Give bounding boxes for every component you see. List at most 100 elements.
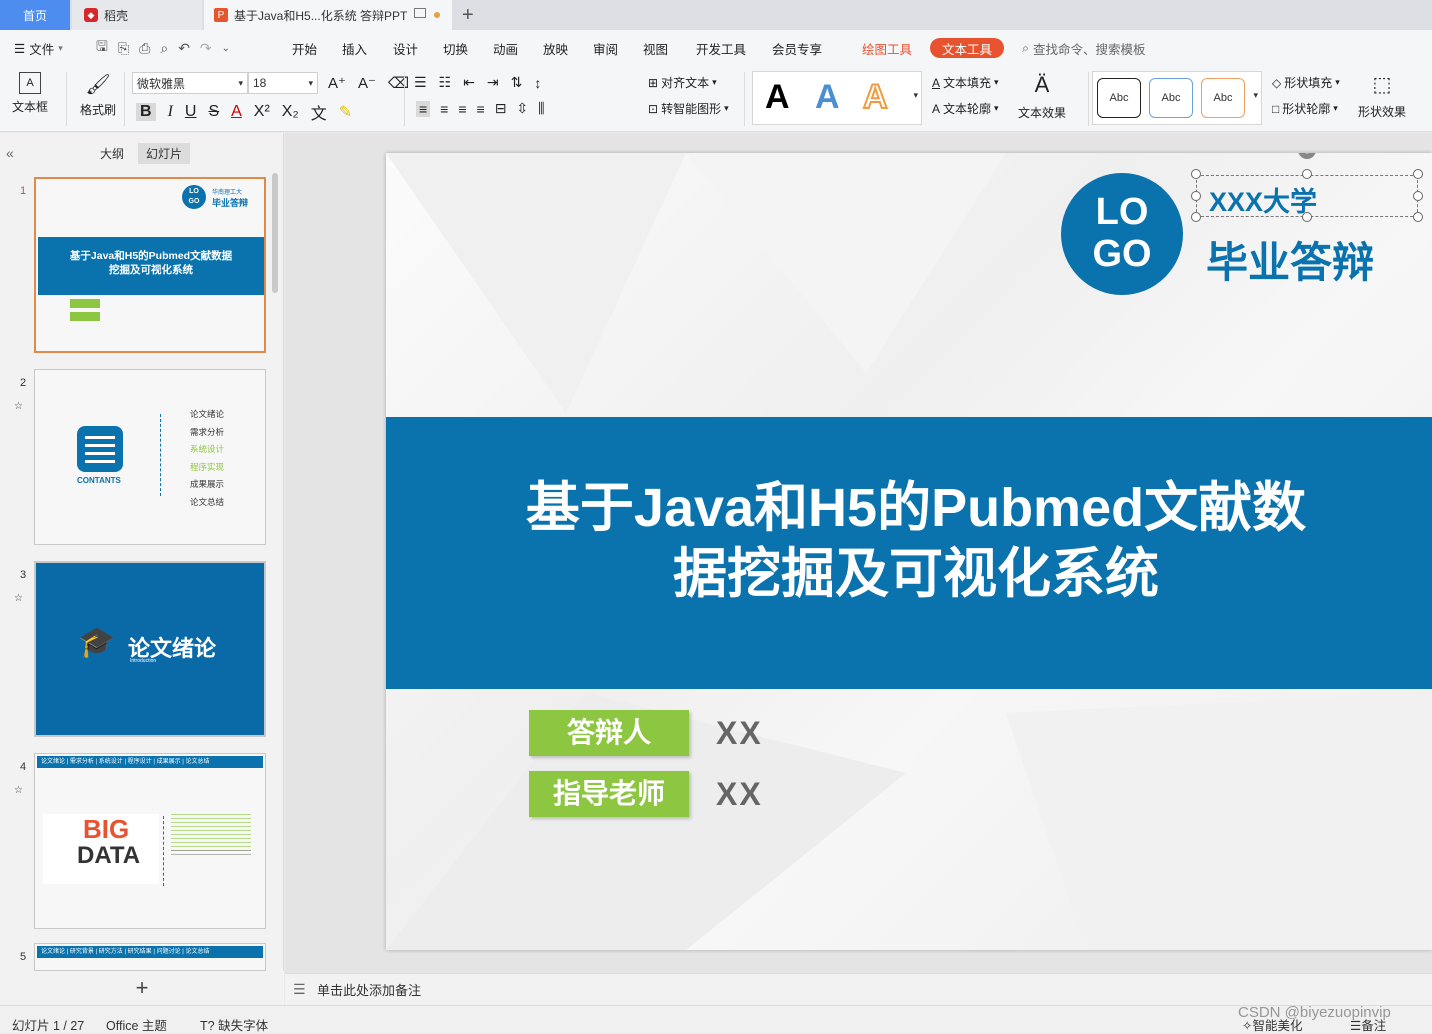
gallery-more-icon[interactable]: ▾ [913, 90, 918, 101]
university-textbox[interactable]: XXX大学 [1196, 175, 1418, 217]
file-menu[interactable]: ☰ 文件 ▾ [14, 30, 63, 66]
underline-icon[interactable]: U [185, 103, 197, 121]
smart-shape-button[interactable]: ⊡ 转智能图形 ▾ [648, 100, 729, 117]
strikethrough-icon[interactable]: S [208, 103, 219, 121]
theme-name[interactable]: Office 主题 [106, 1015, 167, 1034]
textbox-button[interactable]: A 文本框 [12, 72, 48, 115]
font-color-icon[interactable]: A [231, 103, 242, 121]
highlight-icon[interactable]: ✎ [339, 102, 352, 122]
menu-item-insert[interactable]: 插入 [342, 30, 367, 66]
tab-document[interactable]: P 基于Java和H5...化系统 答辩PPT [204, 0, 452, 30]
new-tab-button[interactable]: + [462, 0, 474, 30]
text-direction-icon[interactable]: ⇅ [511, 74, 523, 91]
font-size-select[interactable]: 18 ▾ [248, 72, 318, 94]
resize-handle[interactable] [1302, 212, 1312, 222]
slide-thumbnail-1[interactable]: LO GO 华南理工大 毕业答辩 基于Java和H5的Pubmed文献数据挖掘及可… [34, 177, 266, 353]
text-style-orange-outline[interactable]: A [862, 77, 889, 117]
font-name-select[interactable]: 微软雅黑 ▾ [132, 72, 248, 94]
bold-icon[interactable]: B [136, 103, 156, 121]
menu-item-devtools[interactable]: 开发工具 [696, 30, 746, 66]
defender-label[interactable]: 答辩人 [529, 710, 689, 756]
text-effect-button[interactable]: Ä 文本效果 [1018, 72, 1066, 121]
menu-item-member[interactable]: 会员专享 [772, 30, 822, 66]
shape-effect-button[interactable]: ⬚ 形状效果 [1358, 72, 1406, 120]
text-outline-button[interactable]: A 文本轮廓 ▾ [932, 100, 999, 117]
italic-icon[interactable]: I [168, 103, 173, 121]
resize-handle[interactable] [1413, 169, 1423, 179]
resize-handle[interactable] [1191, 169, 1201, 179]
superscript-icon[interactable]: X² [254, 103, 270, 121]
shrink-font-icon[interactable]: A⁻ [358, 74, 376, 92]
text-style-black[interactable]: A [765, 78, 790, 117]
distribute-icon[interactable]: ⊟ [495, 100, 507, 117]
panel-scrollbar[interactable] [272, 173, 278, 293]
defender-name[interactable]: XX [716, 715, 763, 752]
subscript-icon[interactable]: X₂ [282, 103, 299, 121]
menu-item-slideshow[interactable]: 放映 [543, 30, 568, 66]
bullet-list-icon[interactable]: ☰ [414, 74, 427, 91]
slide-thumbnail-5[interactable]: 论文绪论 | 研究背景 | 研究方法 | 研究结果 | 问题讨论 | 论文总结 [34, 943, 266, 971]
advisor-name[interactable]: XX [716, 776, 763, 813]
menu-item-draw-tool[interactable]: 绘图工具 [862, 30, 912, 66]
print-icon[interactable]: ⎙ [139, 40, 150, 57]
window-icon[interactable] [414, 8, 426, 18]
slide-canvas[interactable]: LO GO XXX大学 ↻ 毕业答辩 基于Java和H5的Pubmed文献数 据… [386, 153, 1432, 950]
column-icon[interactable]: ⫼ [538, 100, 544, 117]
save-icon[interactable]: 🖫 [96, 36, 108, 60]
justify-icon[interactable]: ≡ [477, 101, 485, 117]
add-slide-button[interactable]: + [0, 971, 284, 1005]
increase-indent-icon[interactable]: ⇥ [487, 74, 499, 91]
command-search[interactable]: ⌕ 查找命令、搜索模板 [1022, 30, 1146, 66]
menu-item-design[interactable]: 设计 [393, 30, 418, 66]
slide-thumbnail-3[interactable]: 🎓 论文绪论 Introduction [34, 561, 266, 737]
resize-handle[interactable] [1413, 191, 1423, 201]
shape-fill-button[interactable]: ◇ 形状填充 ▾ [1272, 74, 1340, 91]
tab-daoke[interactable]: ◆ 稻壳 [72, 0, 202, 30]
shape-outline-button[interactable]: □ 形状轮廓 ▾ [1272, 100, 1338, 117]
resize-handle[interactable] [1302, 169, 1312, 179]
slide-title[interactable]: 基于Java和H5的Pubmed文献数 据挖掘及可视化系统 [386, 475, 1432, 607]
redo-icon[interactable]: ↷ [200, 40, 212, 57]
align-right-icon[interactable]: ≡ [458, 101, 466, 117]
collapse-panel-icon[interactable]: « [6, 145, 14, 161]
format-painter-button[interactable]: 🖌 格式刷 [80, 72, 116, 118]
resize-handle[interactable] [1191, 191, 1201, 201]
resize-handle[interactable] [1413, 212, 1423, 222]
clear-format-icon[interactable]: ⌫ [388, 74, 409, 92]
menu-item-review[interactable]: 审阅 [593, 30, 618, 66]
defense-title[interactable]: 毕业答辩 [1206, 229, 1374, 290]
shape-style-blue[interactable]: Abc [1149, 78, 1193, 118]
slide-thumbnail-2[interactable]: CONTANTS 论文绪论 需求分析 系统设计 程序实现 成果展示 论文总结 [34, 369, 266, 545]
menu-item-transition[interactable]: 切换 [443, 30, 468, 66]
tab-outline[interactable]: 大纲 [100, 145, 124, 162]
resize-handle[interactable] [1191, 212, 1201, 222]
text-style-blue[interactable]: A [815, 78, 840, 117]
shape-style-dark[interactable]: Abc [1097, 78, 1141, 118]
slide-thumbnail-4[interactable]: 论文绪论 | 需求分析 | 系统设计 | 程序设计 | 成果展示 | 论文总结 … [34, 753, 266, 929]
export-icon[interactable]: ⎘ [118, 40, 129, 57]
undo-icon[interactable]: ↶ [178, 40, 190, 57]
gallery-more-icon[interactable]: ▾ [1253, 90, 1258, 101]
advisor-label[interactable]: 指导老师 [529, 771, 689, 817]
decrease-indent-icon[interactable]: ⇤ [463, 74, 475, 91]
numbered-list-icon[interactable]: ☷ [439, 74, 452, 91]
shape-style-orange[interactable]: Abc [1201, 78, 1245, 118]
notes-pane[interactable]: ☰ 单击此处添加备注 [285, 973, 1432, 1005]
grow-font-icon[interactable]: A⁺ [328, 74, 346, 92]
menu-item-view[interactable]: 视图 [643, 30, 668, 66]
align-left-icon[interactable]: ≡ [416, 100, 431, 117]
more-icon[interactable]: ⌄ [222, 43, 230, 54]
text-fill-button[interactable]: A 文本填充 ▾ [932, 74, 999, 91]
paragraph-spacing-icon[interactable]: ⇳ [516, 100, 528, 117]
align-text-button[interactable]: ⊞ 对齐文本 ▾ [648, 74, 717, 91]
menu-item-start[interactable]: 开始 [292, 30, 317, 66]
menu-item-animation[interactable]: 动画 [493, 30, 518, 66]
tab-home[interactable]: 首页 [0, 0, 70, 30]
missing-font-button[interactable]: T? 缺失字体 [200, 1015, 268, 1034]
menu-item-text-tool[interactable]: 文本工具 [930, 38, 1005, 58]
line-spacing-icon[interactable]: ↕ [534, 75, 541, 91]
phonetic-icon[interactable]: 文 [311, 100, 327, 124]
align-center-icon[interactable]: ≡ [440, 101, 448, 117]
preview-icon[interactable]: ⌕ [160, 40, 168, 57]
tab-slides[interactable]: 幻灯片 [138, 143, 191, 164]
